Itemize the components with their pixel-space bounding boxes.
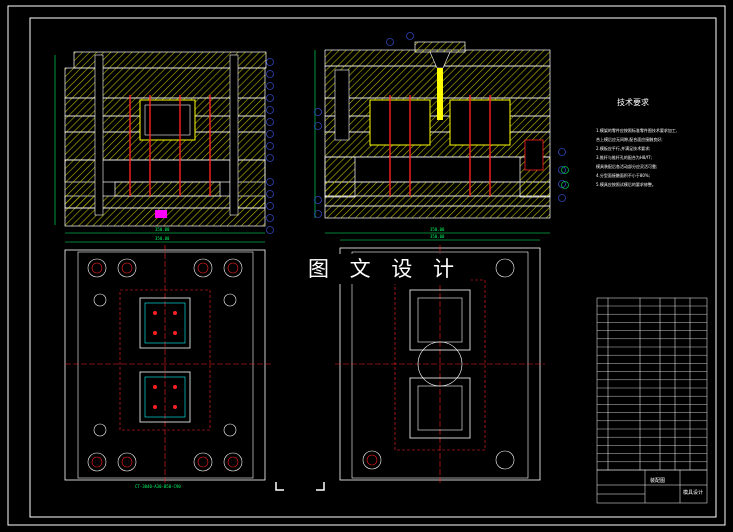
tech-note: 合上模后应无间隙,配合面应接触良好; bbox=[596, 137, 663, 142]
section-view-right bbox=[314, 32, 566, 234]
technical-requirements-title: 技术要求 bbox=[617, 98, 649, 107]
section-markers bbox=[275, 482, 325, 491]
dimension-label: 350.00 bbox=[155, 227, 170, 232]
dimension-label: 350.00 bbox=[430, 227, 445, 232]
plan-view-left bbox=[64, 241, 272, 485]
drawing-name: 装配图 bbox=[650, 478, 666, 484]
watermark-text: 图 文 设 计 bbox=[298, 254, 472, 284]
dimension-label: 350.00 bbox=[430, 234, 445, 239]
title-block bbox=[597, 469, 707, 503]
parts-list-rows bbox=[597, 305, 707, 471]
tech-note: 模具装配后各活动部分应灵活可靠; bbox=[596, 164, 658, 169]
parts-list-table bbox=[596, 297, 708, 504]
dimension-label: 350.00 bbox=[155, 236, 170, 241]
tech-note: 2.模板应平行,并满足技术要求; bbox=[596, 146, 651, 151]
designer-label: 模具设计 bbox=[683, 490, 704, 496]
section-view-left bbox=[54, 51, 274, 234]
tech-note: 1.模架的零件应按照标准零件图技术要求加工, bbox=[596, 128, 678, 133]
dimension-note: CT-3040-A30-B50-C90 bbox=[135, 484, 181, 489]
tech-note: 5.模具应按照试模后的要求修整。 bbox=[596, 182, 656, 187]
tech-note: 4.分型面接触面积不小于80%; bbox=[596, 173, 651, 178]
tech-note: 3.推杆与推杆孔的配合为H8/f7; bbox=[596, 155, 653, 160]
technical-requirements-notes: 1.模架的零件应按照标准零件图技术要求加工, 合上模后应无间隙,配合面应接触良好… bbox=[596, 126, 682, 189]
